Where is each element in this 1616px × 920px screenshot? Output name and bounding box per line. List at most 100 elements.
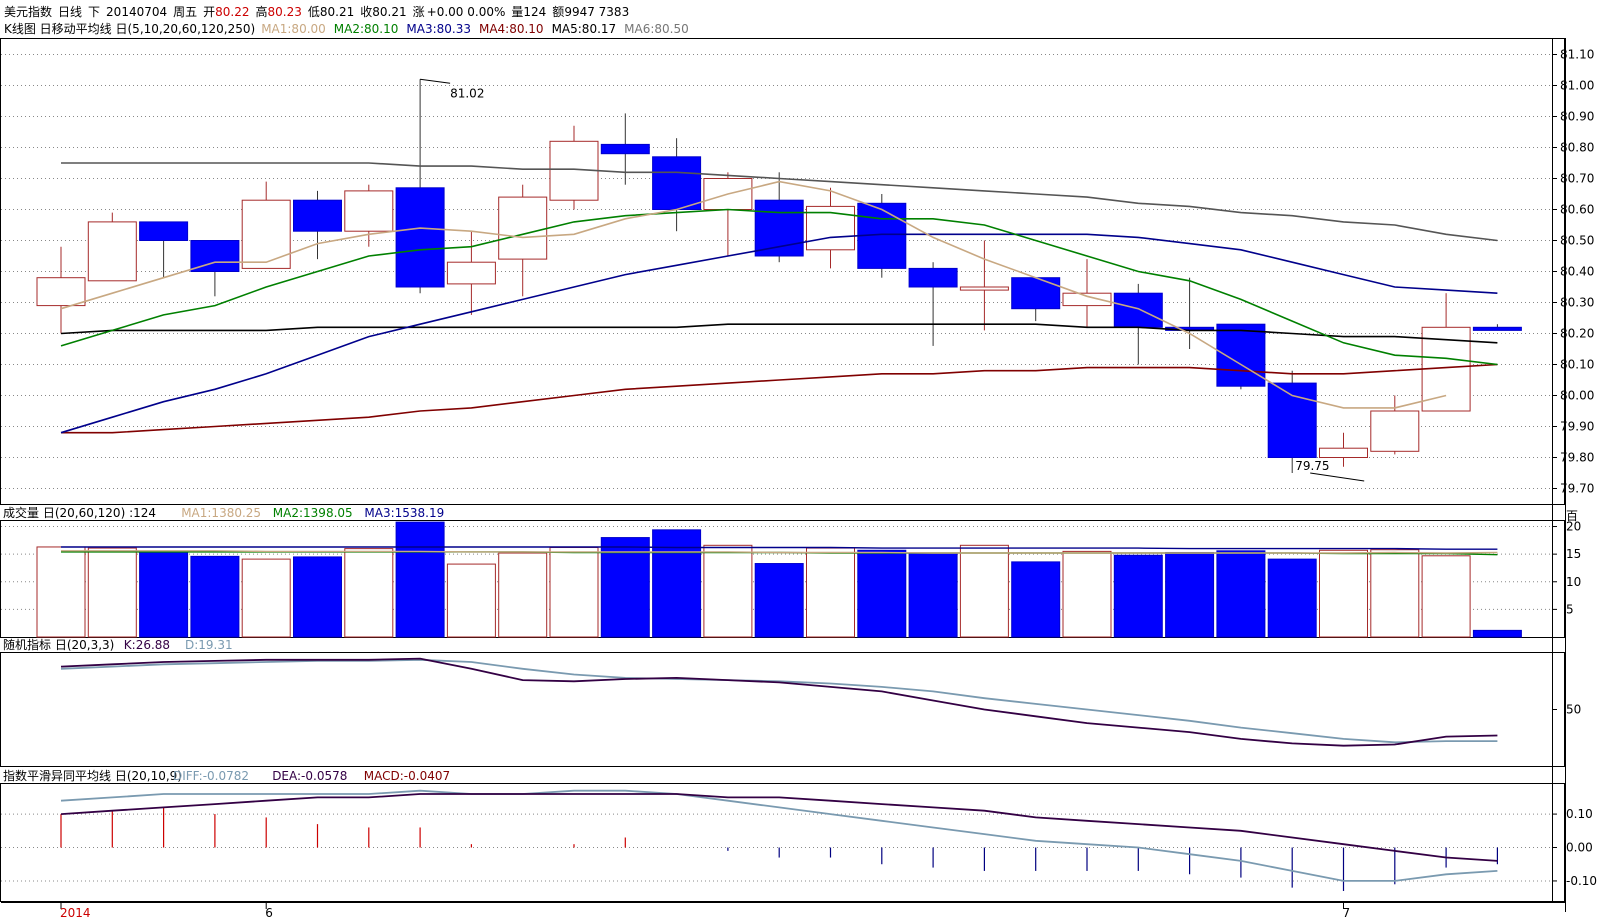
volume-bar-up (1370, 549, 1420, 638)
volume-bar-up (87, 547, 137, 638)
volume-bar-down (1165, 551, 1215, 638)
volume-ma1-line (61, 550, 1498, 554)
kdj-d-line (60, 658, 1498, 744)
candle-body-up (1370, 410, 1420, 452)
price-tick-label: 80.40 (1560, 265, 1594, 279)
x-tick-label: 6 (265, 906, 273, 920)
candle-body-up (498, 196, 548, 260)
candle-body-up (1062, 292, 1112, 307)
macd-legend-item: MACD:-0.0407 (364, 769, 450, 783)
high-annotation: 81.02 (450, 86, 484, 100)
price-tick-label: 79.80 (1560, 451, 1594, 465)
price-tick-label: 79.70 (1560, 482, 1594, 496)
volume-legend-item: MA2:1398.05 (273, 506, 353, 520)
volume-bar-down (857, 549, 907, 638)
volume-bar-down (1472, 629, 1522, 638)
candle-body-up (959, 286, 1009, 291)
volume-bar-down (1113, 554, 1163, 638)
price-tick-label: 80.80 (1560, 141, 1594, 155)
x-tick-label: 2014 (60, 906, 91, 920)
chart-svg: 81.02 79.75 81.10 81.00 80.90 80.80 80.70 80.6… (0, 38, 1597, 920)
volume-bar-down (1011, 561, 1061, 638)
price-tick-label: 80.20 (1560, 327, 1594, 341)
volume-bar-up (1319, 549, 1368, 638)
kdj-panel[interactable] (0, 652, 1565, 767)
macd-legend-item: DIFF:-0.0782 (173, 769, 249, 783)
price-tick-label: 80.50 (1560, 234, 1594, 248)
high-annotation-line (420, 78, 451, 84)
volume-bar-up (344, 548, 394, 638)
volume-bar-down (190, 555, 240, 638)
candle-body-up (344, 190, 394, 232)
volume-legend-item: MA1:1380.25 (181, 506, 261, 520)
price-tick-label: 80.60 (1560, 203, 1594, 217)
candle-body-down (293, 199, 342, 232)
candle-body-down (1011, 277, 1061, 310)
volume-bar-up (498, 552, 548, 638)
kdj-legend-item: D:19.31 (185, 638, 233, 652)
kdj-title: 随机指标 日(20,3,3) (3, 637, 114, 652)
candle-body-up (1319, 447, 1368, 459)
macd-tick-label: 0.10 (1566, 807, 1593, 821)
x-tick-label: 7 (1343, 906, 1351, 920)
macd-lines (60, 789, 1499, 891)
price-tick-label: 80.90 (1560, 110, 1594, 124)
price-tick-label: 80.10 (1560, 358, 1594, 372)
volume-bars (36, 521, 1522, 638)
volume-bar-down (293, 556, 342, 638)
candle-body-down (395, 187, 445, 288)
candle-body-up (446, 261, 496, 285)
price-tick-label: 81.00 (1560, 79, 1594, 93)
candle-body-up (87, 221, 137, 282)
macd-title: 指数平滑异同平均线 日(20,10,9) (3, 768, 182, 783)
volume-bar-up (36, 546, 86, 638)
volume-bar-up (806, 547, 855, 638)
chart-frame: 美元指数 日线下 20140704 周五 开80.22 高80.23 低80.21 收80.2… (0, 0, 1616, 920)
volume-bar-down (754, 563, 804, 638)
volume-bar-down (652, 529, 702, 638)
macd-legend-item: DEA:-0.0578 (272, 769, 347, 783)
volume-bar-down (908, 552, 958, 638)
volume-tick-label: 10 (1566, 575, 1581, 589)
volume-tick-label: 5 (1566, 602, 1574, 616)
volume-bar-up (959, 544, 1009, 638)
volume-legend-item: MA3:1538.19 (364, 506, 444, 520)
price-tick-label: 81.10 (1560, 48, 1594, 62)
volume-bar-down (1267, 558, 1317, 638)
candle-body-up (241, 199, 291, 269)
price-tick-label: 80.30 (1560, 296, 1594, 310)
price-tick-label: 79.90 (1560, 420, 1594, 434)
volume-bar-up (703, 544, 753, 638)
volume-bar-down (395, 521, 445, 638)
low-annotation: 79.75 (1295, 459, 1329, 473)
volume-bar-up (1421, 555, 1471, 638)
macd-tick-label: -0.10 (1566, 874, 1597, 888)
candle-body-up (36, 277, 86, 307)
candle-body-down (908, 267, 958, 288)
macd-tick-label: 0.00 (1566, 841, 1593, 855)
candle-body-down (139, 221, 189, 241)
volume-title: 成交量 日(20,60,120) :124 (3, 505, 156, 520)
candle-body-down (600, 143, 650, 155)
volume-bar-up (549, 547, 599, 638)
kdj-lines (60, 657, 1498, 747)
price-tick-label: 80.00 (1560, 389, 1594, 403)
candle-body-down (754, 199, 804, 257)
volume-tick-label: 15 (1566, 547, 1581, 561)
volume-ma3-line (61, 546, 1498, 550)
volume-unit: 百 (1566, 509, 1578, 523)
candle-body-down (1267, 382, 1317, 459)
candlesticks: 81.02 79.75 (36, 78, 1522, 482)
y-axes: 81.10 81.00 80.90 80.80 80.70 80.60 80.50 80.40… (1552, 48, 1597, 888)
volume-bar-up (446, 563, 496, 638)
kdj-legend-item: K:26.88 (124, 638, 170, 652)
kdj-tick-label: 50 (1566, 703, 1581, 717)
x-axis: 2014 6 7 (60, 902, 1350, 920)
volume-bar-down (1216, 550, 1266, 638)
volume-bar-up (1062, 550, 1112, 638)
volume-bar-up (241, 558, 291, 638)
low-annotation-line (1310, 472, 1365, 482)
price-tick-label: 80.70 (1560, 172, 1594, 186)
ma5-line (60, 323, 1498, 344)
volume-bar-down (139, 550, 189, 638)
